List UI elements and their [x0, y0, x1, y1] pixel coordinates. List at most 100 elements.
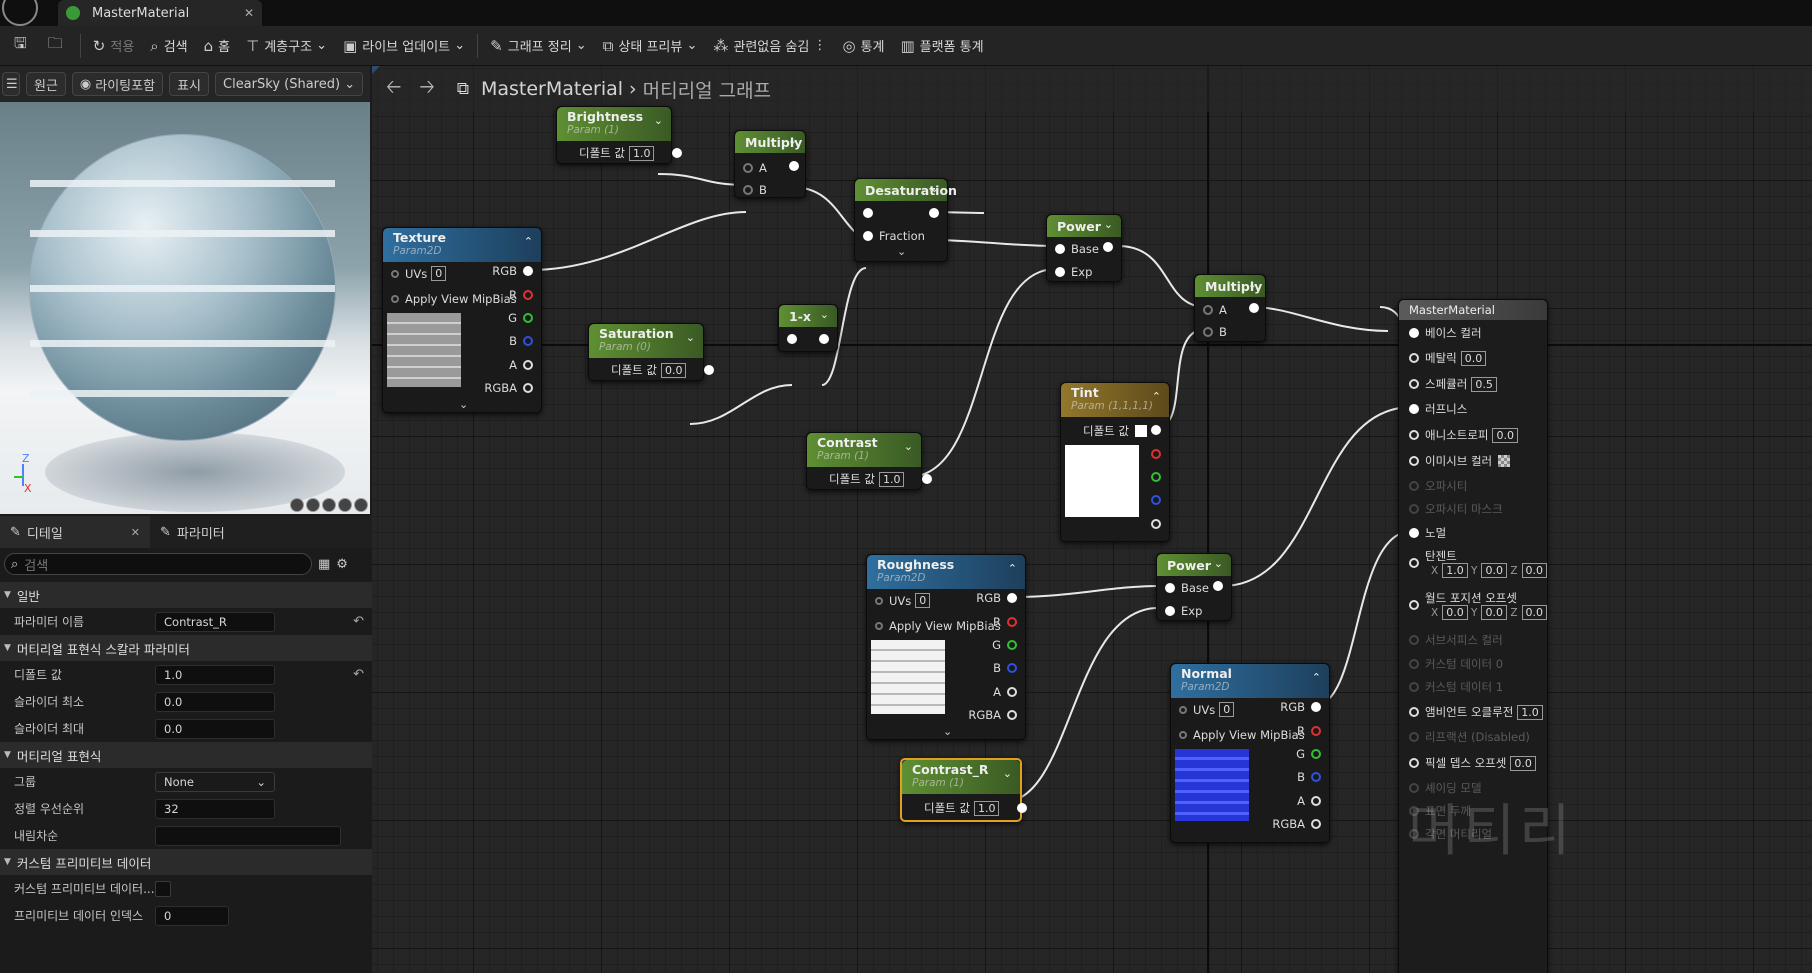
param-name-field[interactable]: Contrast_R [155, 611, 275, 632]
pin-normal[interactable]: 노멀 [1409, 525, 1446, 541]
pin-value-box[interactable]: 0.5 [1471, 376, 1497, 392]
pin-dot[interactable] [1311, 819, 1321, 829]
mipbias-pin[interactable]: Apply View MipBias [391, 292, 517, 306]
pin-pixel-depth-offset[interactable]: 픽셀 뎁스 오프셋 0.0 [1409, 755, 1536, 771]
lighting-button[interactable]: ◉ 라이팅포함 [71, 72, 164, 96]
pin-dot[interactable] [1055, 244, 1065, 254]
slider-max-field[interactable]: 0.0 [155, 718, 275, 739]
input-pin-a[interactable]: A [1203, 303, 1227, 317]
chevron-down-icon[interactable]: ⌄ [1003, 767, 1012, 780]
default-value-field[interactable]: 1.0 [155, 664, 275, 685]
uvs-pin[interactable]: UVs 0 [391, 266, 447, 281]
details-search-input[interactable]: ⌕ 검색 [4, 553, 312, 575]
pin-dot[interactable] [863, 231, 873, 241]
node-normal[interactable]: Normal Param2D ⌃ UVs 0 Apply View MipBias R… [1170, 663, 1330, 843]
preview-viewport[interactable]: Z X [0, 102, 370, 514]
b-output-pin[interactable] [1151, 495, 1161, 505]
g-output-pin[interactable] [1151, 472, 1161, 482]
chevron-down-icon[interactable]: ⌄ [1248, 278, 1257, 291]
section-scalar[interactable]: ▼ 머티리얼 표현식 스칼라 파라미터 [0, 635, 372, 661]
pin-dot[interactable] [1311, 702, 1321, 712]
a-output-pin[interactable] [1151, 519, 1161, 529]
pin-anisotropy[interactable]: 애니소트로피 0.0 [1409, 427, 1518, 443]
vector-z-box[interactable]: 0.0 [1521, 605, 1548, 620]
node-texture[interactable]: Texture Param2D ⌃ UVs 0 Apply View MipBias … [382, 227, 542, 413]
a-pin[interactable]: A [509, 358, 533, 372]
vector-x-box[interactable]: 0.0 [1442, 605, 1468, 620]
pin-dot[interactable] [1007, 640, 1017, 650]
exp-pin[interactable]: Exp [1055, 265, 1092, 279]
pin-dot[interactable] [743, 185, 753, 195]
stats-button[interactable]: ◎ 통계 [834, 26, 892, 66]
pin-specular[interactable]: 스페큘러 0.5 [1409, 376, 1497, 392]
g-pin[interactable]: G [1296, 747, 1321, 761]
output-pin[interactable] [672, 148, 683, 158]
browse-button[interactable]: 🗀 [40, 26, 76, 66]
chevron-down-icon[interactable]: ⌄ [459, 398, 468, 411]
tab-details[interactable]: ✎ 디테일 ✕ [0, 516, 150, 548]
output-pin[interactable] [1151, 425, 1161, 435]
pin-value-box[interactable]: 1.0 [1517, 704, 1543, 720]
pin-dot[interactable] [1179, 731, 1187, 739]
pin-dot[interactable] [1055, 267, 1065, 277]
node-multiply-2[interactable]: Multiply ⌄ A B [1194, 274, 1266, 342]
pin-tangent[interactable]: 탄젠트 X 1.0 Y 0.0 Z 0.0 [1409, 548, 1548, 578]
gear-icon[interactable]: ⚙ [336, 557, 348, 572]
uvs-pin[interactable]: UVs 0 [875, 593, 931, 608]
pin-dot[interactable] [1007, 710, 1017, 720]
g-pin[interactable]: G [992, 638, 1017, 652]
priority-field[interactable]: 32 [155, 798, 275, 819]
reset-icon[interactable]: ↶ [353, 614, 364, 629]
input-pin-b[interactable]: B [743, 183, 767, 197]
node-multiply-1[interactable]: Multiply ⌄ A B [734, 130, 806, 198]
description-field[interactable] [155, 825, 341, 846]
pin-dot[interactable] [875, 622, 883, 630]
state-preview-button[interactable]: ⧉ 상태 프리뷰 ⌄ [595, 26, 706, 66]
sky-dropdown[interactable]: ClearSky (Shared) ⌄ [215, 72, 364, 96]
pin-dot[interactable] [523, 290, 533, 300]
mesh-icon[interactable] [338, 498, 352, 512]
b-pin[interactable]: B [1297, 770, 1321, 784]
custom-primitive-checkbox[interactable] [155, 880, 171, 897]
fraction-pin[interactable]: Fraction [863, 229, 925, 243]
pin-dot[interactable] [1007, 593, 1017, 603]
mesh-icon[interactable] [322, 498, 336, 512]
pin-metallic[interactable]: 메탈릭 0.0 [1409, 350, 1487, 366]
node-power-1[interactable]: Power ⌄ Base Exp [1046, 214, 1122, 282]
apply-button[interactable]: ↻ 적용 [85, 26, 143, 66]
pin-roughness[interactable]: 러프니스 [1409, 401, 1467, 417]
pin-value-box[interactable]: 0.0 [1460, 350, 1487, 366]
default-value-box[interactable]: 1.0 [878, 471, 905, 487]
vector-x-box[interactable]: 1.0 [1442, 563, 1468, 578]
mesh-icon[interactable] [306, 498, 320, 512]
input-pin[interactable] [863, 208, 873, 218]
input-pin-a[interactable]: A [743, 161, 767, 175]
pin-ambient-occlusion[interactable]: 앰비언트 오클루전 1.0 [1409, 704, 1543, 720]
color-swatch[interactable] [1134, 425, 1147, 437]
r-pin[interactable]: R [993, 615, 1017, 629]
chevron-down-icon[interactable]: ⌄ [1214, 557, 1223, 570]
node-contrast-r[interactable]: Contrast_R Param (1) ⌄ 디폴트 값 1.0 [900, 758, 1028, 822]
r-output-pin[interactable] [1151, 449, 1161, 459]
chevron-up-icon[interactable]: ⌃ [1152, 390, 1161, 403]
pin-dot[interactable] [1311, 796, 1321, 806]
input-pin[interactable] [787, 334, 797, 344]
primitive-index-field[interactable]: 0 [155, 905, 229, 926]
group-dropdown[interactable]: None ⌄ [155, 771, 275, 792]
pin-dot[interactable] [523, 336, 533, 346]
pin-dot[interactable] [1007, 663, 1017, 673]
pin-dot[interactable] [1409, 528, 1419, 538]
menu-button[interactable]: ☰ [2, 72, 20, 96]
chevron-down-icon[interactable]: ⌄ [930, 182, 939, 195]
show-button[interactable]: 표시 [169, 72, 209, 96]
chevron-down-icon[interactable]: ⌄ [654, 114, 663, 127]
vector-z-box[interactable]: 0.0 [1521, 563, 1548, 578]
output-pin[interactable] [819, 334, 829, 344]
pin-dot[interactable] [391, 269, 399, 278]
chevron-down-icon[interactable]: ⌄ [788, 134, 797, 147]
mipbias-pin[interactable]: Apply View MipBias [875, 619, 1001, 633]
base-pin[interactable]: Base [1165, 581, 1209, 595]
pin-dot[interactable] [1409, 758, 1419, 768]
pin-dot[interactable] [1311, 772, 1321, 782]
input-pin-b[interactable]: B [1203, 325, 1227, 339]
